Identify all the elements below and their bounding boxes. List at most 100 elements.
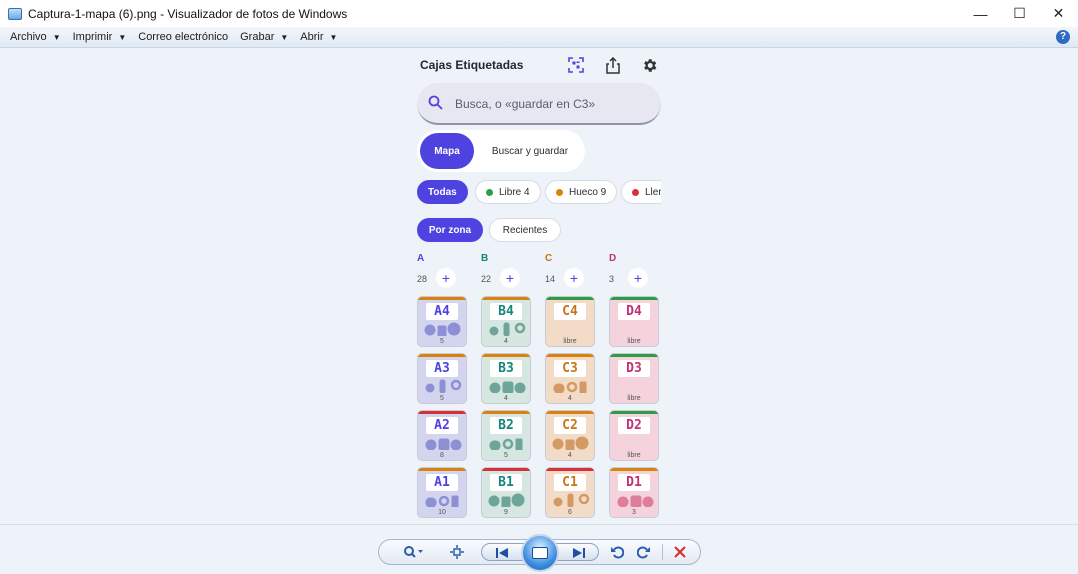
box-tile-a1[interactable]: A1 10 (417, 467, 467, 518)
chevron-down-icon: ▼ (329, 32, 338, 42)
box-count: 4 (504, 338, 508, 345)
maximize-button[interactable]: ☐ (1000, 0, 1039, 27)
chevron-down-icon: ▼ (280, 32, 289, 42)
chevron-down-icon: ▼ (118, 32, 127, 42)
box-contents-icon (424, 322, 462, 337)
box-contents-icon (424, 379, 462, 394)
filter-label: Hueco 9 (569, 186, 607, 198)
green-dot-icon (486, 188, 493, 196)
red-dot-icon (632, 188, 639, 196)
filter-libre[interactable]: Libre 4 (475, 180, 541, 204)
box-contents-icon (488, 379, 526, 394)
box-contents-icon (552, 379, 590, 394)
box-contents-icon (424, 493, 462, 508)
box-count: 4 (568, 452, 572, 459)
box-label: C2 (554, 417, 586, 434)
zone-header-d: D (609, 253, 617, 264)
box-tile-c1[interactable]: C1 6 (545, 467, 595, 518)
box-status-bar (610, 297, 658, 300)
rotate-left-icon[interactable] (607, 540, 627, 564)
box-label: A2 (426, 417, 458, 434)
box-label: B3 (490, 360, 522, 377)
image-viewer-area: Cajas Etiquetadas Busca, o «guardar en C… (0, 48, 1078, 524)
share-icon (604, 56, 622, 74)
app-title: Cajas Etiquetadas (420, 58, 524, 72)
box-label: D3 (618, 360, 650, 377)
filter-label: Todas (428, 186, 457, 198)
box-tile-d1[interactable]: D1 3 (609, 467, 659, 518)
zone-header-a: A (417, 253, 425, 264)
box-status-bar (610, 468, 658, 471)
box-tile-b1[interactable]: B1 9 (481, 467, 531, 518)
menu-label: Imprimir (72, 31, 113, 43)
menu-label: Archivo (10, 31, 47, 43)
add-box-button[interactable]: + (628, 268, 648, 288)
previous-icon[interactable] (492, 541, 512, 565)
help-icon[interactable]: ? (1056, 30, 1070, 44)
box-tile-c3[interactable]: C3 4 (545, 353, 595, 404)
box-count: 5 (504, 452, 508, 459)
box-count: 4 (504, 395, 508, 402)
menu-archivo[interactable]: Archivo ▼ (10, 31, 61, 43)
add-box-button[interactable]: + (500, 268, 520, 288)
box-count: 5 (440, 338, 444, 345)
box-tile-a3[interactable]: A3 5 (417, 353, 467, 404)
orange-dot-icon (556, 188, 563, 196)
menu-imprimir[interactable]: Imprimir ▼ (73, 31, 127, 43)
actual-size-icon[interactable] (445, 540, 469, 564)
box-status-bar (546, 354, 594, 357)
close-button[interactable]: ✕ (1039, 0, 1078, 27)
box-tile-c2[interactable]: C2 4 (545, 410, 595, 461)
rotate-right-icon[interactable] (633, 540, 653, 564)
minimize-button[interactable]: — (961, 0, 1000, 27)
box-tile-b4[interactable]: B4 4 (481, 296, 531, 347)
box-tile-a2[interactable]: A2 8 (417, 410, 467, 461)
next-icon[interactable] (568, 541, 588, 565)
box-contents-icon (488, 493, 526, 508)
delete-icon[interactable] (670, 540, 690, 564)
box-contents-icon (616, 493, 654, 508)
box-contents-icon (424, 436, 462, 451)
filter-lleno[interactable]: Lleno (621, 180, 661, 204)
menu-abrir[interactable]: Abrir ▼ (300, 31, 337, 43)
box-count: 3 (632, 509, 636, 516)
search-field[interactable]: Busca, o «guardar en C3» (417, 83, 661, 125)
box-tile-d2[interactable]: D2 libre (609, 410, 659, 461)
zoom-icon[interactable] (399, 540, 429, 564)
mode-segmented-control: Mapa Buscar y guardar (417, 130, 585, 172)
menu-correo[interactable]: Correo electrónico (138, 31, 228, 43)
menu-label: Grabar (240, 31, 275, 43)
box-status-bar (610, 354, 658, 357)
box-tile-d3[interactable]: D3 libre (609, 353, 659, 404)
box-status-bar (482, 354, 530, 357)
box-count: libre (627, 395, 641, 402)
tab-por-zona[interactable]: Por zona (417, 218, 483, 242)
tab-recientes[interactable]: Recientes (489, 218, 561, 242)
box-contents-icon (488, 436, 526, 451)
box-tile-a4[interactable]: A4 5 (417, 296, 467, 347)
box-tile-d4[interactable]: D4 libre (609, 296, 659, 347)
window-controls: — ☐ ✕ (961, 0, 1078, 27)
filter-todas[interactable]: Todas (417, 180, 468, 204)
search-placeholder: Busca, o «guardar en C3» (455, 97, 596, 111)
box-tile-b3[interactable]: B3 4 (481, 353, 531, 404)
box-count: 9 (504, 509, 508, 516)
box-count: 4 (568, 395, 572, 402)
tab-mapa[interactable]: Mapa (420, 133, 474, 169)
add-box-button[interactable]: + (436, 268, 456, 288)
box-tile-b2[interactable]: B2 5 (481, 410, 531, 461)
box-tile-c4[interactable]: C4 libre (545, 296, 595, 347)
filter-label: Lleno (645, 186, 661, 198)
box-count: libre (627, 338, 641, 345)
box-label: A3 (426, 360, 458, 377)
filter-hueco[interactable]: Hueco 9 (545, 180, 618, 204)
title-bar: Captura-1-mapa (6).png - Visualizador de… (0, 0, 1078, 27)
box-contents-icon (488, 322, 526, 337)
menu-grabar[interactable]: Grabar ▼ (240, 31, 288, 43)
zone-count: 22 (481, 274, 492, 284)
box-count: 10 (438, 509, 446, 516)
slideshow-icon[interactable] (521, 534, 559, 572)
add-box-button[interactable]: + (564, 268, 584, 288)
box-label: D1 (618, 474, 650, 491)
tab-buscar-guardar[interactable]: Buscar y guardar (479, 133, 581, 169)
